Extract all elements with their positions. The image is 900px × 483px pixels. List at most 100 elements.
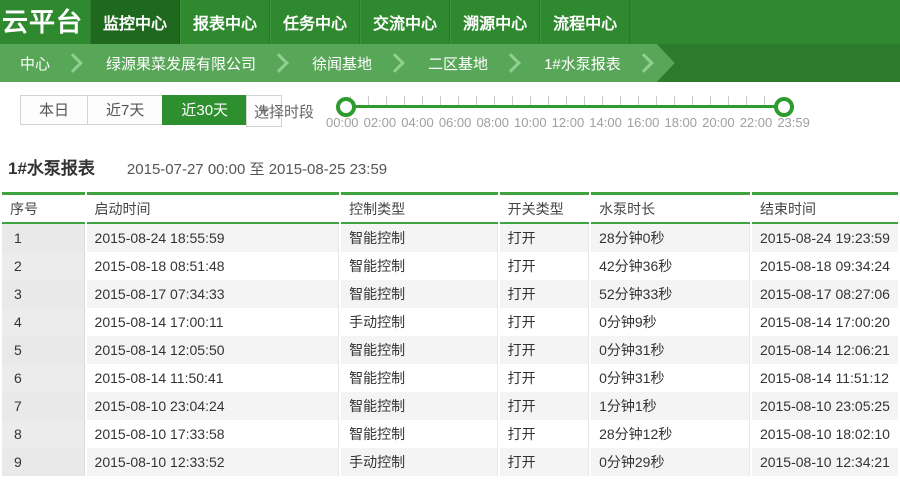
table-header-row: 序号 启动时间 控制类型 开关类型 水泵时长 结束时间 [2,192,898,224]
cell-control-type: 智能控制 [341,364,498,392]
slider-tick-label: 06:00 [439,115,472,130]
time-range-label: 选择时段 [254,101,314,122]
slider-tick-label: 12:00 [552,115,585,130]
cell-switch-type: 打开 [500,252,589,280]
cell-switch-type: 打开 [500,224,589,252]
nav-item[interactable]: 交流中心 [360,0,450,44]
table-row[interactable]: 6 2015-08-14 11:50:41 智能控制 打开 0分钟31秒 201… [2,364,898,392]
cell-start-time: 2015-08-14 11:50:41 [87,364,340,392]
cell-start-time: 2015-08-18 08:51:48 [87,252,340,280]
slider-tick-labels: 00:00 02:00 04:00 06:00 08:00 10:00 12:0… [326,115,810,130]
nav-item[interactable]: 流程中心 [540,0,630,44]
breadcrumb-item[interactable]: 绿源果菜发展有限公司 [86,44,292,82]
slider-handle-start[interactable] [336,97,356,117]
cell-duration: 0分钟29秒 [591,448,750,476]
cell-switch-type: 打开 [500,392,589,420]
cell-duration: 42分钟36秒 [591,252,750,280]
top-navbar: 云平台 监控中心 报表中心 任务中心 交流中心 溯源中心 流程中心 [0,0,900,44]
cell-end-time: 2015-08-24 19:23:59 [752,224,898,252]
cell-index: 8 [2,420,85,448]
cell-index: 1 [2,224,85,252]
cell-control-type: 智能控制 [341,224,498,252]
column-header: 开关类型 [500,192,589,224]
cell-index: 4 [2,308,85,336]
breadcrumb-item-label: 1#水泵报表 [544,53,621,74]
slider-tick-label: 04:00 [401,115,434,130]
cell-start-time: 2015-08-10 17:33:58 [87,420,340,448]
table-row[interactable]: 7 2015-08-10 23:04:24 智能控制 打开 1分钟1秒 2015… [2,392,898,420]
cell-index: 2 [2,252,85,280]
cell-end-time: 2015-08-18 09:34:24 [752,252,898,280]
app-logo: 云平台 [0,0,90,44]
pump-report-table: 序号 启动时间 控制类型 开关类型 水泵时长 结束时间 1 2015-08-24… [0,192,900,476]
cell-control-type: 手动控制 [341,308,498,336]
nav-item[interactable]: 溯源中心 [450,0,540,44]
report-header: 1#水泵报表 2015-07-27 00:00 至 2015-08-25 23:… [8,154,387,179]
date-range-button[interactable]: 近30天 [162,95,246,125]
table-row[interactable]: 5 2015-08-14 12:05:50 智能控制 打开 0分钟31秒 201… [2,336,898,364]
table-row[interactable]: 1 2015-08-24 18:55:59 智能控制 打开 28分钟0秒 201… [2,224,898,252]
cell-duration: 0分钟31秒 [591,336,750,364]
slider-tick-label: 22:00 [740,115,773,130]
slider-track[interactable] [344,105,786,108]
breadcrumb-item[interactable]: 1#水泵报表 [524,44,657,82]
cell-end-time: 2015-08-14 17:00:20 [752,308,898,336]
cell-control-type: 智能控制 [341,280,498,308]
date-range-button[interactable]: 本日 [20,95,87,125]
breadcrumb-item[interactable]: 徐闻基地 [292,44,408,82]
page-title: 1#水泵报表 [8,154,95,179]
nav-item[interactable]: 报表中心 [180,0,270,44]
breadcrumb: 中心 绿源果菜发展有限公司 徐闻基地 二区基地 1#水泵报表 [0,44,900,82]
table-body: 1 2015-08-24 18:55:59 智能控制 打开 28分钟0秒 201… [2,224,898,476]
cell-index: 5 [2,336,85,364]
nav-item[interactable]: 监控中心 [90,0,180,44]
cell-duration: 1分钟1秒 [591,392,750,420]
cell-duration: 52分钟33秒 [591,280,750,308]
table-row[interactable]: 9 2015-08-10 12:33:52 手动控制 打开 0分钟29秒 201… [2,448,898,476]
chevron-right-icon [634,53,654,73]
chevron-right-icon [269,53,289,73]
cell-start-time: 2015-08-14 17:00:11 [87,308,340,336]
cell-control-type: 智能控制 [341,392,498,420]
cell-switch-type: 打开 [500,448,589,476]
slider-tick-label: 23:59 [777,115,810,130]
cell-start-time: 2015-08-17 07:34:33 [87,280,340,308]
breadcrumb-item[interactable]: 二区基地 [408,44,524,82]
cell-control-type: 智能控制 [341,336,498,364]
breadcrumb-item-label: 徐闻基地 [312,53,372,74]
slider-tick-label: 10:00 [514,115,547,130]
column-header: 结束时间 [752,192,898,224]
time-range-slider: 00:00 02:00 04:00 06:00 08:00 10:00 12:0… [336,92,794,134]
cell-switch-type: 打开 [500,364,589,392]
report-period: 2015-07-27 00:00 至 2015-08-25 23:59 [127,158,387,179]
cell-control-type: 智能控制 [341,252,498,280]
cell-end-time: 2015-08-10 23:05:25 [752,392,898,420]
chevron-right-icon [501,53,521,73]
breadcrumb-item[interactable]: 中心 [0,44,86,82]
slider-tick-label: 18:00 [664,115,697,130]
breadcrumb-item-label: 中心 [20,53,50,74]
main-menu: 监控中心 报表中心 任务中心 交流中心 溯源中心 流程中心 [90,0,630,44]
nav-item[interactable]: 任务中心 [270,0,360,44]
table-row[interactable]: 4 2015-08-14 17:00:11 手动控制 打开 0分钟9秒 2015… [2,308,898,336]
column-header: 水泵时长 [591,192,750,224]
cell-duration: 28分钟0秒 [591,224,750,252]
date-range-button[interactable]: 近7天 [87,95,162,125]
cell-end-time: 2015-08-14 11:51:12 [752,364,898,392]
date-range-button-group: 本日 近7天 近30天 [20,95,282,127]
date-range-buttons: 本日 近7天 近30天 [20,95,246,127]
cell-end-time: 2015-08-17 08:27:06 [752,280,898,308]
table-row[interactable]: 2 2015-08-18 08:51:48 智能控制 打开 42分钟36秒 20… [2,252,898,280]
cell-end-time: 2015-08-10 18:02:10 [752,420,898,448]
slider-tick-label: 00:00 [326,115,359,130]
slider-tick-label: 16:00 [627,115,660,130]
table-row[interactable]: 3 2015-08-17 07:34:33 智能控制 打开 52分钟33秒 20… [2,280,898,308]
cell-end-time: 2015-08-10 12:34:21 [752,448,898,476]
table-row[interactable]: 8 2015-08-10 17:33:58 智能控制 打开 28分钟12秒 20… [2,420,898,448]
cell-switch-type: 打开 [500,420,589,448]
cell-start-time: 2015-08-10 23:04:24 [87,392,340,420]
pump-report-page: { "navbar": { "logo": "云平台", "items": [ … [0,0,900,483]
nav-item-label: 溯源中心 [463,10,527,34]
slider-handle-end[interactable] [774,97,794,117]
cell-start-time: 2015-08-24 18:55:59 [87,224,340,252]
